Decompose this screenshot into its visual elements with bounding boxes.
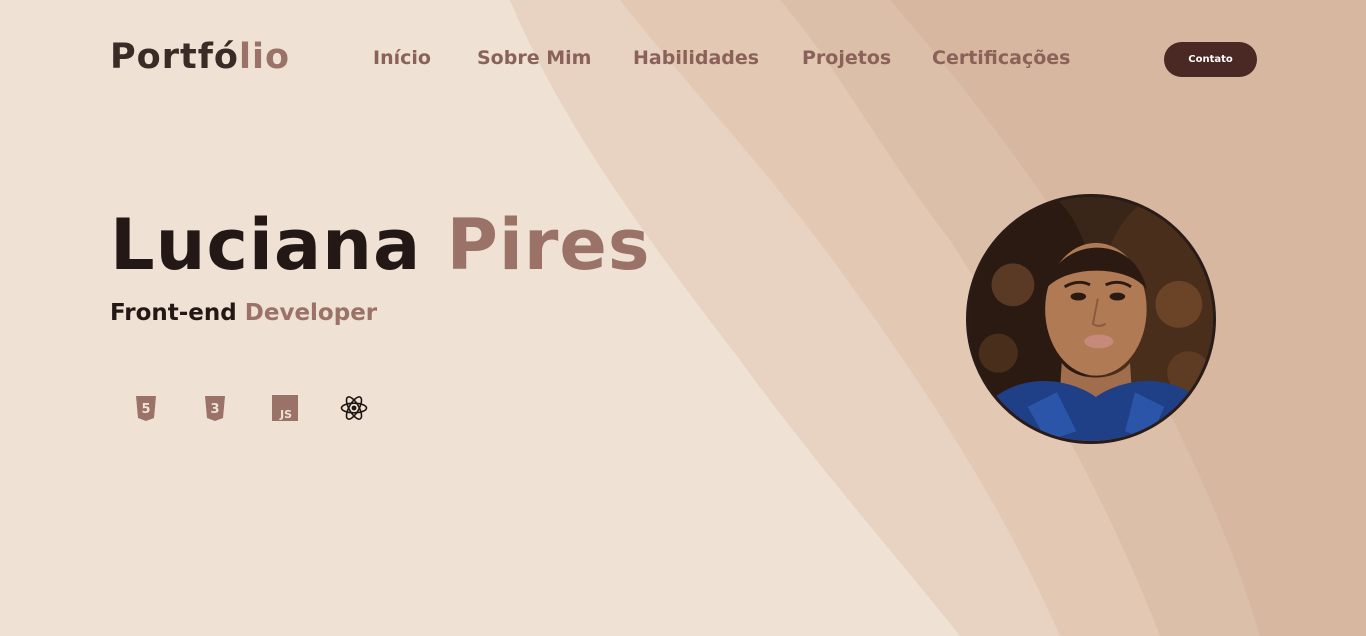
hero-last-name: Pires — [446, 204, 651, 286]
html5-badge: 5 — [141, 402, 150, 417]
contact-button[interactable]: Contato — [1164, 42, 1257, 77]
logo[interactable]: Portfólio — [110, 36, 290, 78]
nav-item-certificacoes[interactable]: Certificações — [932, 46, 1070, 70]
css3-icon[interactable]: 3 — [201, 394, 229, 422]
logo-accent: lio — [238, 37, 291, 77]
site-header: Portfólio Início Sobre Mim Habilidades P… — [0, 0, 1366, 115]
hero-name: Luciana Pires — [110, 200, 651, 290]
hero-role: Front-end Developer — [110, 300, 651, 326]
nav-item-sobre-mim[interactable]: Sobre Mim — [477, 46, 591, 70]
nav-item-inicio[interactable]: Início — [373, 46, 431, 70]
skills-icons: 5 3 JS — [132, 394, 392, 424]
nav-item-projetos[interactable]: Projetos — [802, 46, 891, 70]
hero-role-main: Front-end — [110, 300, 237, 326]
profile-photo — [966, 194, 1216, 444]
hero-section: Luciana Pires Front-end Developer — [110, 200, 651, 326]
hero-role-accent: Developer — [244, 300, 378, 326]
css3-badge: 3 — [210, 402, 219, 417]
javascript-icon[interactable]: JS — [271, 394, 299, 422]
hero-first-name: Luciana — [110, 204, 422, 286]
html5-icon[interactable]: 5 — [132, 394, 160, 422]
logo-main: Portfó — [110, 37, 239, 77]
javascript-badge: JS — [279, 408, 292, 421]
react-icon[interactable] — [340, 394, 368, 422]
nav-item-habilidades[interactable]: Habilidades — [633, 46, 759, 70]
